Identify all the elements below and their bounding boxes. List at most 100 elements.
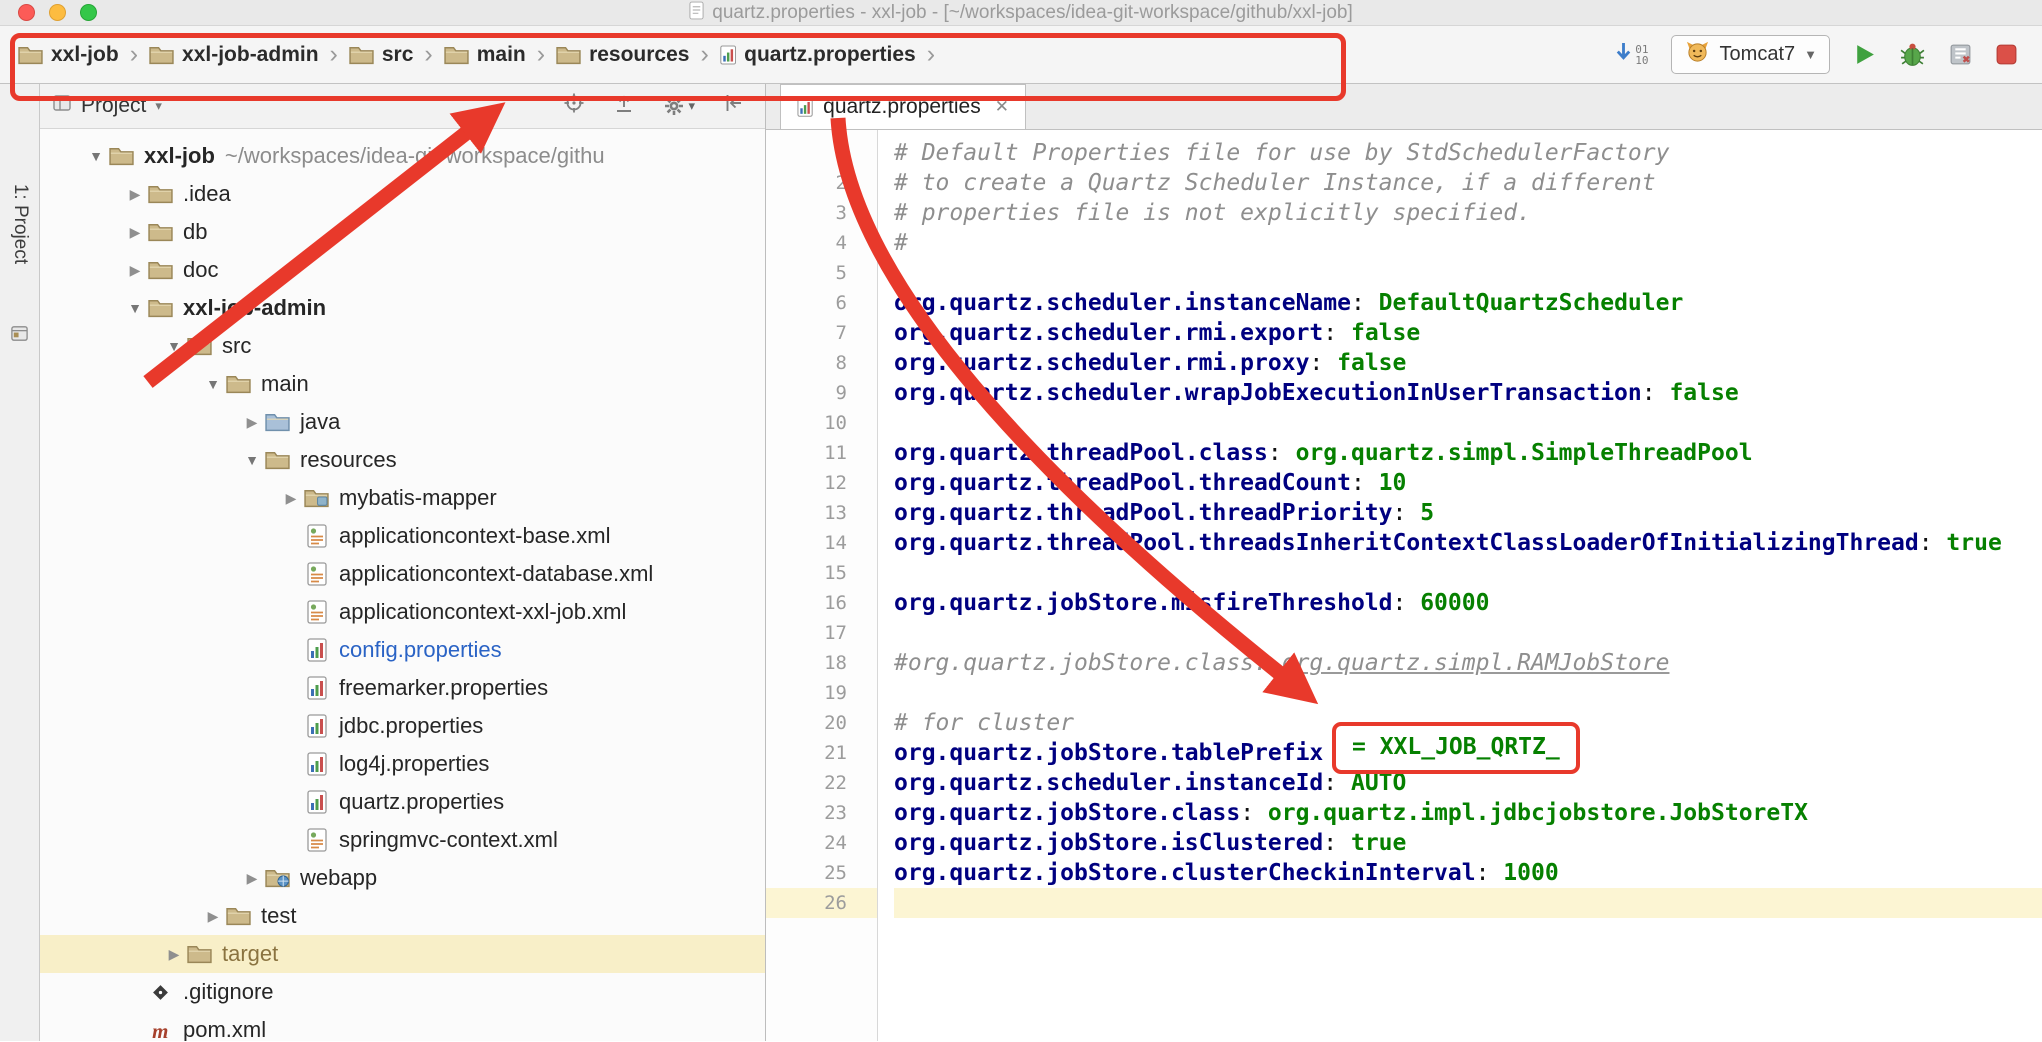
line-number[interactable]: 6 <box>766 288 877 318</box>
line-number[interactable]: 10 <box>766 408 877 438</box>
breadcrumb-item-xxl-job-admin[interactable]: xxl-job-admin <box>149 43 319 67</box>
tree-item-src[interactable]: ▼src <box>40 327 765 365</box>
tree-item-.idea[interactable]: ▶.idea <box>40 175 765 213</box>
line-number[interactable]: 22 <box>766 768 877 798</box>
line-number[interactable]: 20 <box>766 708 877 738</box>
line-number[interactable]: 26 <box>766 888 877 918</box>
tree-item-applicationcontext-database.xml[interactable]: applicationcontext-database.xml <box>40 555 765 593</box>
debug-button[interactable] <box>1899 42 1926 67</box>
coverage-button[interactable] <box>1948 42 1973 67</box>
line-number[interactable]: 23 <box>766 798 877 828</box>
tree-item-test[interactable]: ▶test <box>40 897 765 935</box>
line-number[interactable]: 11 <box>766 438 877 468</box>
tool-window-button-project[interactable]: 1: Project <box>0 139 40 309</box>
project-tree[interactable]: ▼xxl-job~/workspaces/idea-git-workspace/… <box>40 129 765 1041</box>
expanded-arrow-icon[interactable]: ▼ <box>123 300 147 316</box>
tree-item-applicationcontext-xxl-job.xml[interactable]: applicationcontext-xxl-job.xml <box>40 593 765 631</box>
line-number[interactable]: 8 <box>766 348 877 378</box>
folder-icon <box>225 372 252 396</box>
tree-item-main[interactable]: ▼main <box>40 365 765 403</box>
expanded-arrow-icon[interactable]: ▼ <box>240 452 264 468</box>
tree-item-jdbc.properties[interactable]: jdbc.properties <box>40 707 765 745</box>
tree-item-webapp[interactable]: ▶webapp <box>40 859 765 897</box>
collapsed-arrow-icon[interactable]: ▶ <box>123 186 147 203</box>
line-number[interactable]: 24 <box>766 828 877 858</box>
tree-item-resources[interactable]: ▼resources <box>40 441 765 479</box>
line-number[interactable]: 7 <box>766 318 877 348</box>
collapsed-arrow-icon[interactable]: ▶ <box>240 870 264 887</box>
breadcrumb-item-src[interactable]: src <box>349 43 414 67</box>
properties-file-icon <box>797 98 813 117</box>
code-line-24: org.quartz.jobStore.isClustered: true <box>894 828 2042 858</box>
line-number[interactable]: 16 <box>766 588 877 618</box>
stop-button[interactable] <box>1995 43 2018 66</box>
code-line-21: org.quartz.jobStore.tablePrefix= XXL_JOB… <box>894 738 2042 768</box>
line-number[interactable]: 9 <box>766 378 877 408</box>
tree-item-.gitignore[interactable]: .gitignore <box>40 973 765 1011</box>
run-configuration-select[interactable]: Tomcat7 ▼ <box>1671 35 1830 74</box>
line-number[interactable]: 25 <box>766 858 877 888</box>
line-number[interactable]: 13 <box>766 498 877 528</box>
tree-item-quartz.properties[interactable]: quartz.properties <box>40 783 765 821</box>
collapsed-arrow-icon[interactable]: ▶ <box>201 908 225 925</box>
line-number[interactable]: 19 <box>766 678 877 708</box>
collapsed-arrow-icon[interactable]: ▶ <box>123 224 147 241</box>
document-icon <box>689 1 704 26</box>
editor[interactable]: 1234567891011121314151617181920212223242… <box>766 130 2042 1041</box>
project-view-dropdown-icon[interactable]: ▾ <box>155 98 162 114</box>
tree-item-applicationcontext-base.xml[interactable]: applicationcontext-base.xml <box>40 517 765 555</box>
breadcrumb-item-quartz.properties[interactable]: quartz.properties <box>720 43 916 67</box>
line-number[interactable]: 12 <box>766 468 877 498</box>
tree-item-springmvc-context.xml[interactable]: springmvc-context.xml <box>40 821 765 859</box>
collapsed-arrow-icon[interactable]: ▶ <box>162 946 186 963</box>
line-number[interactable]: 21 <box>766 738 877 768</box>
xml-icon <box>303 600 330 624</box>
tree-item-xxl-job[interactable]: ▼xxl-job~/workspaces/idea-git-workspace/… <box>40 137 765 175</box>
tool-window-icon[interactable] <box>9 324 30 348</box>
breadcrumb-item-xxl-job[interactable]: xxl-job <box>18 43 119 67</box>
tree-item-doc[interactable]: ▶doc <box>40 251 765 289</box>
vcs-down-arrow-icon <box>1614 41 1633 69</box>
tree-item-freemarker.properties[interactable]: freemarker.properties <box>40 669 765 707</box>
expanded-arrow-icon[interactable]: ▼ <box>162 338 186 354</box>
collapsed-arrow-icon[interactable]: ▶ <box>240 414 264 431</box>
tree-item-java[interactable]: ▶java <box>40 403 765 441</box>
line-number[interactable]: 14 <box>766 528 877 558</box>
collapse-all-icon[interactable] <box>613 92 635 120</box>
run-button[interactable] <box>1852 42 1877 67</box>
breadcrumb-item-resources[interactable]: resources <box>556 43 689 67</box>
vcs-update-button[interactable]: 0110 <box>1614 41 1648 69</box>
line-number[interactable]: 17 <box>766 618 877 648</box>
scroll-from-source-icon[interactable] <box>563 92 585 120</box>
folder-web-icon <box>264 866 291 890</box>
line-number[interactable]: 15 <box>766 558 877 588</box>
collapsed-arrow-icon[interactable]: ▶ <box>279 490 303 507</box>
panel-title: Project <box>81 94 146 118</box>
line-number[interactable]: 4 <box>766 228 877 258</box>
tree-item-db[interactable]: ▶db <box>40 213 765 251</box>
editor-gutter[interactable]: 1234567891011121314151617181920212223242… <box>766 130 878 1041</box>
line-number[interactable]: 5 <box>766 258 877 288</box>
tree-item-target[interactable]: ▶target <box>40 935 765 973</box>
breadcrumb-separator-icon: › <box>128 40 140 69</box>
tree-item-xxl-job-admin[interactable]: ▼xxl-job-admin <box>40 289 765 327</box>
tree-item-mybatis-mapper[interactable]: ▶mybatis-mapper <box>40 479 765 517</box>
line-number[interactable]: 2 <box>766 168 877 198</box>
close-tab-icon[interactable]: ✕ <box>995 97 1009 117</box>
line-number[interactable]: 18 <box>766 648 877 678</box>
editor-tab-quartz-properties[interactable]: quartz.properties ✕ <box>780 84 1026 129</box>
xml-icon <box>303 524 330 548</box>
code-area[interactable]: # Default Properties file for use by Std… <box>878 130 2042 1041</box>
settings-gear-icon[interactable]: ▾ <box>663 95 695 117</box>
line-number[interactable]: 3 <box>766 198 877 228</box>
breadcrumb-separator-icon: › <box>698 40 710 69</box>
breadcrumb-item-main[interactable]: main <box>444 43 526 67</box>
line-number[interactable]: 1 <box>766 138 877 168</box>
expanded-arrow-icon[interactable]: ▼ <box>201 376 225 392</box>
tree-item-config.properties[interactable]: config.properties <box>40 631 765 669</box>
hide-panel-icon[interactable] <box>723 92 745 120</box>
collapsed-arrow-icon[interactable]: ▶ <box>123 262 147 279</box>
expanded-arrow-icon[interactable]: ▼ <box>84 148 108 164</box>
tree-item-log4j.properties[interactable]: log4j.properties <box>40 745 765 783</box>
tree-item-pom.xml[interactable]: mpom.xml <box>40 1011 765 1041</box>
